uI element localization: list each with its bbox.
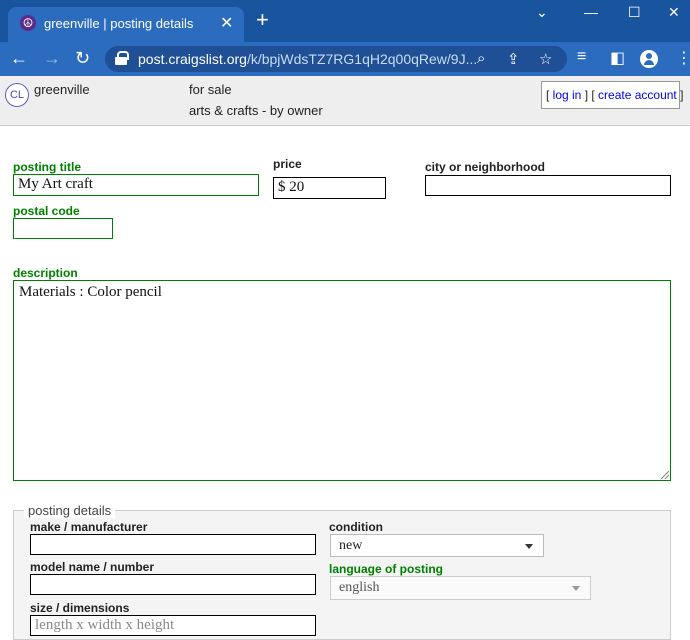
- login-link[interactable]: log in: [553, 88, 582, 102]
- zoom-icon[interactable]: ⌕: [477, 50, 485, 67]
- category-name: arts & crafts - by owner: [189, 103, 323, 118]
- chevron-down-icon: [525, 544, 533, 549]
- size-input[interactable]: length x width x height: [30, 615, 316, 636]
- address-bar[interactable]: post.craigslist.org/k/bpjWdsTZ7RG1qH2q00…: [105, 46, 567, 72]
- more-menu-icon[interactable]: ⋮: [676, 48, 690, 68]
- price-label: price: [273, 157, 302, 171]
- description-text: Materials : Color pencil: [19, 284, 162, 300]
- posting-title-label: posting title: [13, 160, 81, 174]
- close-tab-icon[interactable]: ✕: [220, 13, 233, 33]
- site-header: CL greenville for sale arts & crafts - b…: [0, 76, 690, 126]
- city-input[interactable]: [425, 175, 671, 196]
- browser-toolbar: ← → ↻ post.craigslist.org/k/bpjWdsTZ7RG1…: [0, 42, 690, 76]
- close-window-icon[interactable]: ✕: [668, 4, 680, 21]
- language-select[interactable]: english: [330, 576, 591, 600]
- description-textarea[interactable]: Materials : Color pencil: [13, 280, 671, 481]
- posting-details-legend: posting details: [24, 503, 116, 518]
- craigslist-logo[interactable]: CL: [5, 83, 29, 107]
- condition-value: new: [339, 538, 363, 553]
- category-type: for sale: [189, 82, 232, 97]
- posting-details-section: posting details make / manufacturer mode…: [13, 503, 671, 640]
- maximize-icon[interactable]: ☐: [628, 4, 641, 21]
- price-input[interactable]: $ 20: [273, 177, 386, 199]
- city-label: city or neighborhood: [425, 160, 545, 174]
- bookmark-star-icon[interactable]: ☆: [539, 50, 552, 68]
- area-name: greenville: [34, 82, 90, 97]
- language-label: language of posting: [329, 562, 443, 576]
- back-arrow-icon[interactable]: ←: [10, 48, 28, 68]
- make-label: make / manufacturer: [30, 520, 148, 534]
- postal-code-label: postal code: [13, 204, 80, 218]
- side-panel-icon[interactable]: ◧: [610, 48, 625, 68]
- url-text: post.craigslist.org/k/bpjWdsTZ7RG1qH2q00…: [138, 51, 478, 67]
- make-input[interactable]: [30, 534, 316, 555]
- condition-select[interactable]: new: [330, 534, 544, 557]
- chevron-down-icon: [572, 586, 580, 591]
- condition-label: condition: [329, 520, 383, 534]
- browser-tab[interactable]: ☮ greenville | posting details ✕: [8, 7, 244, 42]
- tab-search-icon[interactable]: ⌄: [536, 4, 548, 21]
- tab-title: greenville | posting details: [44, 16, 194, 31]
- new-tab-button[interactable]: +: [256, 9, 269, 31]
- account-box: [ log in ] [ create account ]: [541, 81, 683, 109]
- minimize-icon[interactable]: —: [584, 4, 598, 20]
- postal-code-input[interactable]: [13, 218, 113, 239]
- reading-list-icon[interactable]: ≡: [577, 48, 586, 66]
- browser-tab-bar: ☮ greenville | posting details ✕ + ⌄ — ☐…: [0, 0, 690, 42]
- reload-icon[interactable]: ↻: [75, 48, 90, 68]
- lock-icon[interactable]: [115, 51, 129, 65]
- language-value: english: [339, 580, 380, 595]
- model-label: model name / number: [30, 560, 155, 574]
- resize-handle-icon[interactable]: [661, 471, 669, 479]
- share-icon[interactable]: ⇪: [507, 50, 520, 68]
- peace-sign-icon: ☮: [20, 15, 36, 31]
- create-account-link[interactable]: create account: [598, 88, 677, 102]
- posting-title-input[interactable]: My Art craft: [13, 174, 259, 196]
- description-label: description: [13, 266, 78, 280]
- profile-avatar-icon[interactable]: [640, 50, 658, 68]
- forward-arrow-icon[interactable]: →: [43, 48, 61, 68]
- size-label: size / dimensions: [30, 601, 130, 615]
- model-input[interactable]: [30, 574, 316, 595]
